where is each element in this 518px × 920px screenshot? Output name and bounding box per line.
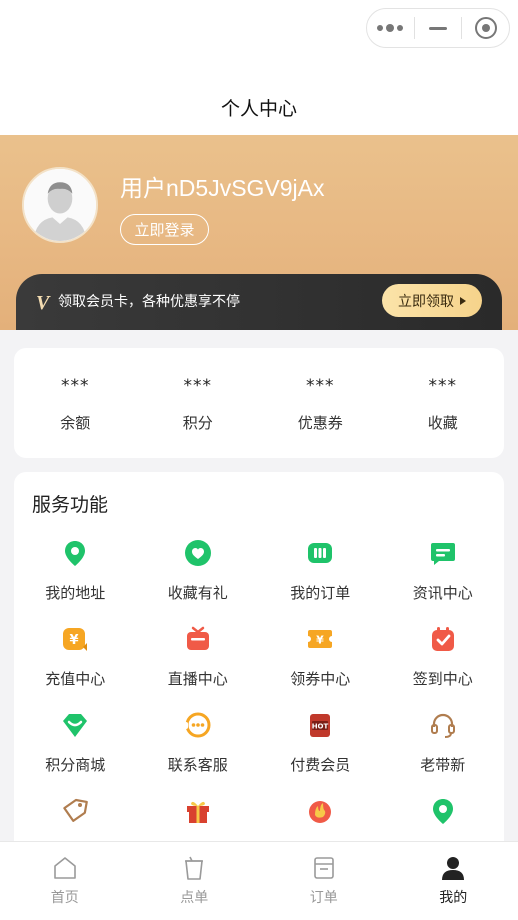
- claim-vip-button[interactable]: 立即领取: [382, 284, 482, 317]
- minus-icon: [429, 26, 447, 30]
- stat-value: ***: [306, 376, 335, 396]
- checkin-icon: [428, 624, 458, 654]
- account-stats-card: *** 余额 *** 积分 *** 优惠券 *** 收藏: [14, 348, 504, 458]
- recharge-icon: ¥: [60, 624, 90, 654]
- svg-text:¥: ¥: [70, 633, 79, 648]
- username: 用户nD5JvSGV9jAx: [120, 175, 325, 201]
- order-icon: [305, 538, 335, 568]
- target-icon: [474, 17, 497, 39]
- service-label: 资讯中心: [412, 584, 473, 602]
- home-icon: [53, 857, 76, 879]
- tab-label: 订单: [309, 890, 338, 906]
- gift-icon: [183, 796, 213, 826]
- claim-vip-label: 立即领取: [398, 293, 454, 310]
- service-label: 积分商城: [45, 756, 106, 774]
- stat-label: 余额: [60, 414, 91, 432]
- service-news-center[interactable]: 资讯中心: [382, 538, 505, 624]
- tab-label: 我的: [439, 890, 468, 906]
- points-mall-icon: [60, 710, 90, 740]
- nav-bar: 个人中心: [0, 0, 518, 135]
- service-label: 充值中心: [45, 670, 106, 688]
- service-label: 老带新: [420, 756, 466, 774]
- avatar[interactable]: [22, 167, 98, 243]
- service-label: 领券中心: [290, 670, 351, 688]
- tab-mine[interactable]: 我的: [389, 842, 518, 920]
- location-pin-icon: [60, 538, 90, 568]
- stat-value: ***: [183, 376, 212, 396]
- service-points-mall[interactable]: 积分商城: [14, 710, 137, 796]
- customer-service-icon: [183, 710, 213, 740]
- message-icon: [428, 538, 458, 568]
- services-grid: 我的地址 收藏有礼 我的订单 资讯中心 ¥ 充值中心 直播中心 ¥ 领券中心 签…: [14, 538, 504, 882]
- headset-icon: [428, 710, 458, 740]
- hot-member-icon: HOT: [305, 710, 335, 740]
- service-label: 我的订单: [290, 584, 351, 602]
- stat-value: ***: [428, 376, 457, 396]
- order-list-icon: [313, 857, 334, 879]
- tab-bar: 首页 点单 订单 我的: [0, 841, 518, 920]
- service-paid-member[interactable]: HOT 付费会员: [259, 710, 382, 796]
- default-avatar-icon: [24, 169, 96, 241]
- services-title: 服务功能: [32, 494, 109, 516]
- service-customer-service[interactable]: 联系客服: [137, 710, 260, 796]
- tab-home[interactable]: 首页: [0, 842, 130, 920]
- heart-icon: [183, 538, 213, 568]
- mini-program-capsule: [366, 8, 510, 48]
- stat-label: 积分: [182, 414, 213, 432]
- service-coupon-center[interactable]: ¥ 领券中心: [259, 624, 382, 710]
- stat-coupons[interactable]: *** 优惠券: [259, 348, 382, 458]
- cup-icon: [185, 856, 204, 880]
- close-mini-program-button[interactable]: [462, 9, 509, 47]
- coupon-icon: ¥: [305, 624, 335, 654]
- service-referral[interactable]: 老带新: [382, 710, 505, 796]
- more-button[interactable]: [367, 9, 414, 47]
- user-icon: [442, 857, 465, 880]
- service-my-address[interactable]: 我的地址: [14, 538, 137, 624]
- tag-icon: [60, 796, 90, 826]
- more-dots-icon: [377, 24, 404, 32]
- stat-favorites[interactable]: *** 收藏: [382, 348, 505, 458]
- service-label: 付费会员: [290, 756, 351, 774]
- services-card: 服务功能 我的地址 收藏有礼 我的订单 资讯中心 ¥ 充值中心 直播中心 ¥ 领…: [14, 472, 504, 892]
- profile-banner: 用户nD5JvSGV9jAx 立即登录 V 领取会员卡，各种优惠享不停 立即领取: [0, 135, 518, 330]
- live-icon: [183, 624, 213, 654]
- minimize-button[interactable]: [415, 9, 462, 47]
- service-favorite-gift[interactable]: 收藏有礼: [137, 538, 260, 624]
- bargain-icon: [305, 796, 335, 826]
- service-live-center[interactable]: 直播中心: [137, 624, 260, 710]
- service-label: 我的地址: [45, 584, 106, 602]
- stat-balance[interactable]: *** 余额: [14, 348, 137, 458]
- tab-order-now[interactable]: 点单: [130, 842, 260, 920]
- service-my-orders[interactable]: 我的订单: [259, 538, 382, 624]
- service-label: 联系客服: [167, 756, 228, 774]
- tab-label: 点单: [180, 890, 209, 906]
- service-checkin-center[interactable]: 签到中心: [382, 624, 505, 710]
- svg-text:¥: ¥: [316, 634, 324, 647]
- vip-logo-icon: V: [36, 292, 50, 314]
- vip-promo-text: 领取会员卡，各种优惠享不停: [58, 294, 240, 310]
- stat-label: 优惠券: [297, 414, 343, 432]
- tab-label: 首页: [50, 890, 79, 906]
- stat-label: 收藏: [427, 414, 458, 432]
- page-title: 个人中心: [220, 98, 297, 120]
- service-label: 直播中心: [167, 670, 228, 688]
- arrow-right-icon: [460, 296, 466, 305]
- stat-value: ***: [61, 376, 90, 396]
- svg-text:HOT: HOT: [312, 723, 329, 731]
- page: 个人中心 用户nD5JvSGV9jAx 立即登录 V 领取会员卡，各种优惠享不停…: [0, 0, 518, 920]
- service-label: 收藏有礼: [167, 584, 228, 602]
- vip-card-bar[interactable]: V 领取会员卡，各种优惠享不停 立即领取: [16, 274, 502, 330]
- service-label: 签到中心: [412, 670, 473, 688]
- service-recharge-center[interactable]: ¥ 充值中心: [14, 624, 137, 710]
- stat-points[interactable]: *** 积分: [137, 348, 260, 458]
- login-button[interactable]: 立即登录: [120, 214, 209, 245]
- store-location-icon: [428, 796, 458, 826]
- tab-orders[interactable]: 订单: [259, 842, 389, 920]
